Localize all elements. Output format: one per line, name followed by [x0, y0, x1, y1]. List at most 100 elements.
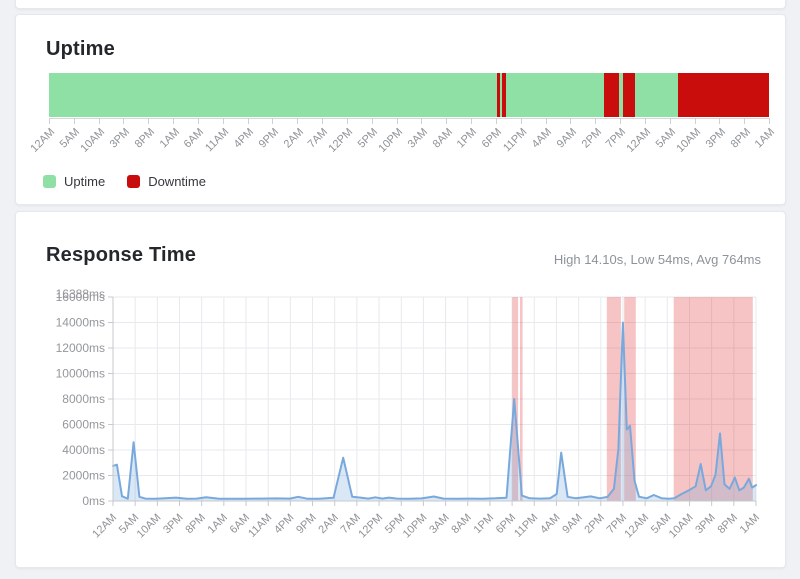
axis-label: 11PM — [501, 126, 529, 154]
svg-text:12PM: 12PM — [356, 512, 385, 541]
axis-tick — [347, 118, 348, 124]
svg-text:10000ms: 10000ms — [56, 367, 105, 381]
axis-label: 12AM — [29, 126, 58, 155]
svg-text:4000ms: 4000ms — [62, 443, 105, 457]
axis-tick — [471, 118, 472, 124]
axis-tick — [744, 118, 745, 124]
uptime-ticks — [49, 118, 769, 124]
axis-tick — [148, 118, 149, 124]
response-area — [113, 323, 756, 502]
axis-tick — [496, 118, 497, 124]
axis-tick — [620, 118, 621, 124]
axis-label: 9PM — [256, 126, 280, 150]
legend-swatch — [127, 175, 140, 188]
axis-label: 8AM — [430, 126, 454, 150]
axis-label: 1AM — [753, 126, 777, 150]
axis-tick — [99, 118, 100, 124]
axis-tick — [719, 118, 720, 124]
svg-text:11PM: 11PM — [512, 512, 540, 540]
axis-label: 10AM — [78, 126, 107, 155]
svg-text:1PM: 1PM — [472, 512, 496, 536]
svg-text:8000ms: 8000ms — [62, 392, 105, 406]
svg-text:16388ms: 16388ms — [56, 287, 105, 301]
axis-label: 6AM — [182, 126, 206, 150]
axis-label: 8PM — [132, 126, 156, 150]
svg-text:3PM: 3PM — [693, 512, 717, 536]
axis-tick — [446, 118, 447, 124]
svg-text:1AM: 1AM — [738, 512, 762, 536]
downtime-segment[interactable] — [678, 73, 769, 117]
axis-tick — [645, 118, 646, 124]
uptime-segment[interactable] — [506, 73, 604, 117]
svg-text:3PM: 3PM — [161, 512, 185, 536]
legend-label: Uptime — [64, 174, 105, 189]
axis-tick — [521, 118, 522, 124]
axis-label: 9AM — [554, 126, 578, 150]
svg-text:2000ms: 2000ms — [62, 469, 105, 483]
axis-tick — [74, 118, 75, 124]
response-line — [113, 323, 756, 499]
uptime-bar — [49, 73, 769, 117]
axis-tick — [272, 118, 273, 124]
status-page: Uptime 12AM5AM10AM3PM8PM1AM6AM11AM4PM9PM… — [0, 0, 800, 579]
axis-label: 6PM — [480, 126, 504, 150]
svg-text:10PM: 10PM — [401, 512, 430, 541]
legend-swatch — [43, 175, 56, 188]
response-time-chart: 0ms 2000ms 4000ms 6000ms 8000ms 10000ms 12000m… — [16, 212, 787, 569]
uptime-segment[interactable] — [49, 73, 497, 117]
svg-text:4PM: 4PM — [272, 512, 296, 536]
axis-tick — [570, 118, 571, 124]
axis-label: 12PM — [327, 126, 356, 155]
svg-text:8PM: 8PM — [715, 512, 739, 536]
axis-tick — [695, 118, 696, 124]
svg-text:9AM: 9AM — [560, 512, 584, 536]
axis-label: 12AM — [625, 126, 654, 155]
axis-tick — [223, 118, 224, 124]
axis-tick — [49, 118, 50, 124]
svg-text:2AM: 2AM — [316, 512, 340, 536]
downtime-segment[interactable] — [623, 73, 635, 117]
axis-label: 10PM — [376, 126, 405, 155]
axis-tick — [248, 118, 249, 124]
svg-text:14000ms: 14000ms — [56, 316, 105, 330]
axis-label: 2PM — [579, 126, 603, 150]
svg-text:8PM: 8PM — [183, 512, 207, 536]
axis-label: 3PM — [107, 126, 131, 150]
axis-tick — [123, 118, 124, 124]
response-time-card: Response Time High 14.10s, Low 54ms, Avg… — [15, 211, 786, 568]
axis-label: 4PM — [232, 126, 256, 150]
uptime-legend: Uptime Downtime — [43, 174, 206, 189]
svg-text:6000ms: 6000ms — [62, 418, 105, 432]
axis-label: 1PM — [455, 126, 479, 150]
svg-text:0ms: 0ms — [82, 494, 105, 508]
axis-tick — [198, 118, 199, 124]
axis-tick — [372, 118, 373, 124]
axis-tick — [297, 118, 298, 124]
axis-tick — [322, 118, 323, 124]
axis-tick — [546, 118, 547, 124]
uptime-segment[interactable] — [635, 73, 678, 117]
downtime-segment[interactable] — [604, 73, 619, 117]
legend-item-uptime[interactable]: Uptime — [43, 174, 105, 189]
x-axis-labels: 12AM5AM10AM3PM8PM1AM6AM11AM4PM9PM2AM7AM1… — [90, 501, 762, 540]
svg-text:12000ms: 12000ms — [56, 341, 105, 355]
axis-label: 3AM — [405, 126, 429, 150]
axis-label: 11AM — [203, 126, 231, 154]
axis-label: 3PM — [703, 126, 727, 150]
svg-text:12AM: 12AM — [90, 512, 119, 541]
legend-item-downtime[interactable]: Downtime — [127, 174, 206, 189]
axis-label: 10AM — [674, 126, 703, 155]
axis-label: 2AM — [281, 126, 305, 150]
axis-label: 1AM — [157, 126, 181, 150]
axis-tick — [397, 118, 398, 124]
svg-text:2PM: 2PM — [582, 512, 606, 536]
axis-tick — [595, 118, 596, 124]
axis-tick — [670, 118, 671, 124]
svg-text:4AM: 4AM — [538, 512, 562, 536]
svg-text:10AM: 10AM — [667, 512, 696, 541]
axis-label: 8PM — [728, 126, 752, 150]
svg-text:10AM: 10AM — [135, 512, 164, 541]
svg-text:1AM: 1AM — [205, 512, 229, 536]
svg-text:11AM: 11AM — [246, 512, 274, 540]
grid — [113, 297, 756, 501]
